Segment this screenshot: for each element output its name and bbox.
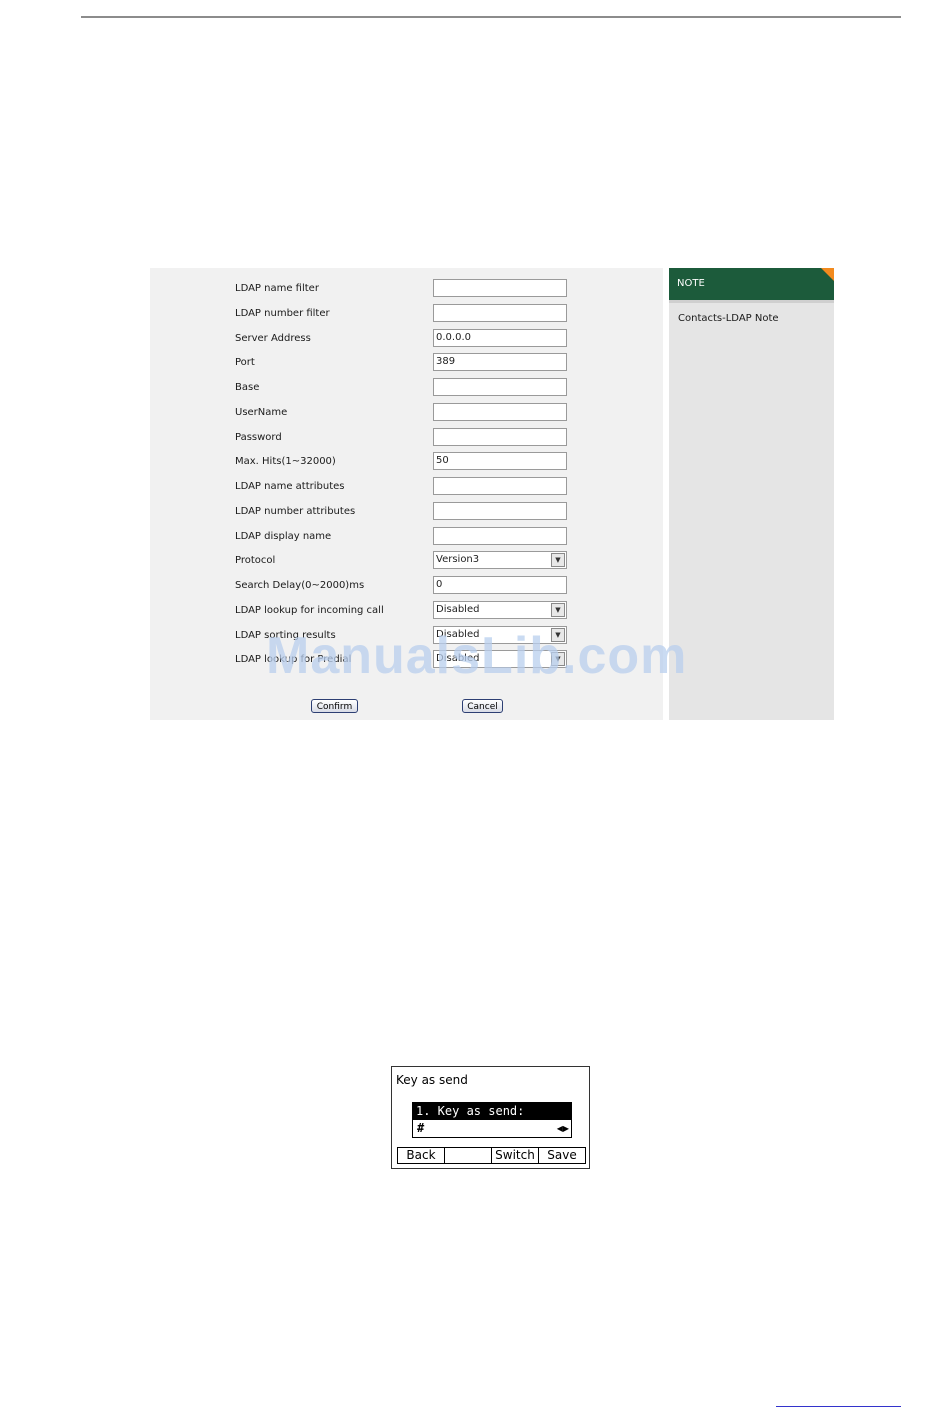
lcd-item-label: 1. Key as send:: [413, 1103, 571, 1120]
form-row: Server Address: [150, 328, 663, 349]
watermark: ManualsLib.com: [266, 627, 688, 685]
lcd-menu-item[interactable]: 1. Key as send: # ◀▶: [412, 1102, 572, 1138]
form-row: LDAP name attributes: [150, 477, 663, 497]
field-input[interactable]: [433, 526, 567, 545]
field-label: UserName: [235, 406, 288, 418]
top-rule: [81, 16, 901, 18]
footer-link-underline: [776, 1406, 901, 1407]
field-label: Server Address: [235, 332, 311, 344]
field-label: Base: [235, 382, 260, 393]
form-row: LDAP number filter: [150, 303, 663, 324]
phone-lcd-screen: Key as send 1. Key as send: # ◀▶ Back Sw…: [391, 1066, 590, 1169]
field-input[interactable]: [433, 576, 567, 594]
confirm-button[interactable]: Confirm: [311, 699, 358, 713]
cancel-button[interactable]: Cancel: [462, 699, 503, 713]
note-divider: [669, 300, 834, 303]
field-label: LDAP name filter: [235, 283, 319, 294]
form-row: Search Delay(0~2000)ms: [150, 576, 663, 596]
softkey-blank[interactable]: [444, 1147, 492, 1164]
note-text: Contacts-LDAP Note: [678, 313, 779, 324]
select-value: Disabled: [436, 603, 480, 615]
field-label: Password: [235, 431, 282, 443]
field-label: Protocol: [235, 555, 276, 567]
note-header: NOTE: [669, 268, 834, 300]
form-row: LDAP display name: [150, 526, 663, 547]
field-input[interactable]: [433, 353, 567, 372]
form-row: UserName: [150, 402, 663, 423]
field-label: LDAP number filter: [235, 307, 330, 319]
field-label: Port: [235, 357, 255, 369]
field-label: LDAP number attributes: [235, 505, 356, 517]
form-row: LDAP name filter: [150, 279, 663, 299]
softkey-switch[interactable]: Switch: [491, 1147, 539, 1164]
field-input[interactable]: [433, 279, 567, 297]
field-label: Max. Hits(1~32000): [235, 456, 336, 468]
field-input[interactable]: [433, 452, 567, 471]
field-select[interactable]: Disabled ▼: [433, 600, 567, 619]
lcd-title: Key as send: [396, 1073, 468, 1087]
field-input[interactable]: [433, 328, 567, 347]
field-label: LDAP name attributes: [235, 481, 345, 492]
field-label: Search Delay(0~2000)ms: [235, 580, 365, 591]
field-select[interactable]: Version3 ▼: [433, 551, 567, 570]
select-value: Version3: [436, 554, 480, 566]
field-input[interactable]: [433, 501, 567, 520]
form-row: Base: [150, 378, 663, 398]
field-input[interactable]: [433, 402, 567, 421]
form-row: Port: [150, 353, 663, 373]
form-row: LDAP number attributes: [150, 501, 663, 522]
field-input[interactable]: [433, 303, 567, 322]
field-label: LDAP lookup for incoming call: [235, 604, 384, 616]
softkey-back[interactable]: Back: [397, 1147, 445, 1164]
note-panel: NOTE Contacts-LDAP Note: [669, 268, 834, 720]
form-row: LDAP lookup for incoming call Disabled ▼: [150, 600, 663, 621]
field-input[interactable]: [433, 477, 567, 495]
note-corner-icon: [821, 268, 834, 281]
field-input[interactable]: [433, 427, 567, 446]
field-input[interactable]: [433, 378, 567, 396]
softkey-save[interactable]: Save: [538, 1147, 586, 1164]
softkey-bar: Back Switch Save: [397, 1147, 586, 1164]
chevron-down-icon[interactable]: ▼: [551, 602, 565, 617]
form-row: Protocol Version3 ▼: [150, 551, 663, 571]
lcd-item-value: #: [417, 1121, 425, 1135]
chevron-down-icon[interactable]: ▼: [551, 553, 565, 568]
left-right-arrows-icon: ◀▶: [556, 1124, 569, 1133]
form-row: Password: [150, 427, 663, 448]
field-label: LDAP display name: [235, 530, 332, 542]
form-row: Max. Hits(1~32000): [150, 452, 663, 472]
